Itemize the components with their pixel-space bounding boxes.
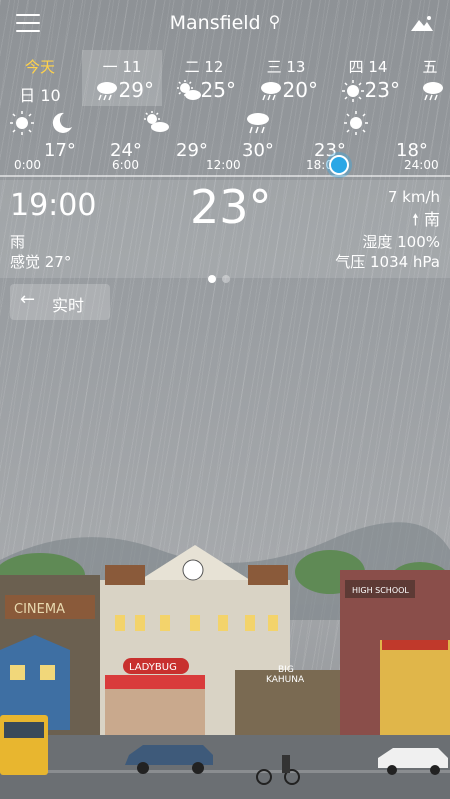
moon-icon <box>52 112 72 133</box>
current-temp: 23° <box>190 180 272 234</box>
day-name: 三 13 <box>266 58 306 76</box>
day-fri[interactable]: 五 <box>410 50 450 106</box>
day-temp: 25° <box>200 78 236 102</box>
feels-like: 感觉 27° <box>10 253 72 271</box>
time-slider-track[interactable] <box>0 175 450 177</box>
day-temp: 29° <box>118 78 154 102</box>
day-thu[interactable]: 四 14 23° <box>328 50 408 106</box>
time-label: 24:00 <box>404 158 439 172</box>
day-name: 今天 <box>24 58 55 76</box>
day-name: 五 <box>422 58 438 76</box>
hourly-forecast: 17° 24° 29° 30° 23° 18° 0:00 6:00 12:00 … <box>0 110 450 176</box>
top-bar: Mansfield ⚲ <box>0 0 450 48</box>
rain-cloud-icon <box>247 113 269 134</box>
selected-time: 19:00 <box>10 188 97 223</box>
day-name: 四 14 <box>348 58 388 76</box>
day-today[interactable]: 今天 日 10 <box>0 50 80 106</box>
time-slider-thumb[interactable] <box>329 155 349 175</box>
sun-icon <box>344 111 368 135</box>
wind-speed: 7 km/h <box>387 188 440 206</box>
wind-direction: 南 <box>423 210 440 229</box>
pressure: 气压 1034 hPa <box>335 253 440 271</box>
page-dot <box>222 275 230 283</box>
rain-cloud-icon <box>261 82 281 101</box>
condition-text: 雨 <box>10 233 26 251</box>
time-label: 6:00 <box>112 158 139 172</box>
sun-icon <box>10 111 34 135</box>
time-axis: 0:00 6:00 12:00 18:00 24:00 <box>0 158 450 176</box>
humidity: 湿度 100% <box>362 233 440 251</box>
day-name: 一 11 <box>102 58 142 76</box>
svg-text:KAHUNA: KAHUNA <box>266 675 305 685</box>
city-name[interactable]: Mansfield <box>170 12 261 34</box>
svg-text:BIG: BIG <box>278 665 294 675</box>
svg-text:CINEMA: CINEMA <box>14 602 65 617</box>
svg-text:LADYBUG: LADYBUG <box>129 662 177 673</box>
location-title[interactable]: Mansfield ⚲ <box>0 12 450 34</box>
search-icon[interactable]: ⚲ <box>269 12 281 31</box>
sun-cloud-icon <box>177 80 201 100</box>
sun-icon <box>342 80 364 102</box>
time-label: 12:00 <box>206 158 241 172</box>
day-mon[interactable]: 一 11 29° <box>82 50 162 106</box>
rain-cloud-icon <box>423 82 443 101</box>
sun-cloud-icon <box>144 111 169 132</box>
condition-info: 雨 感觉 27° <box>10 232 71 272</box>
arrow-left-icon: ← <box>20 289 36 310</box>
current-conditions-panel: 19:00 23° 7 km/h 🠕 南 雨 感觉 27° 湿度 100% 气压… <box>0 180 450 283</box>
day-temp: 23° <box>364 78 400 102</box>
arrow-up-icon: 🠕 <box>412 210 419 229</box>
svg-text:HIGH SCHOOL: HIGH SCHOOL <box>352 586 409 595</box>
town-illustration: CINEMA LADYBUG BIG KAHUNA HIGH SCHOOL <box>0 522 450 799</box>
time-label: 0:00 <box>14 158 41 172</box>
mountain-icon[interactable] <box>410 14 434 32</box>
realtime-label: 实时 <box>52 296 85 315</box>
page-indicator <box>208 268 236 287</box>
day-wed[interactable]: 三 13 20° <box>246 50 326 106</box>
rain-cloud-icon <box>97 82 117 101</box>
wind-info: 7 km/h 🠕 南 <box>388 188 440 236</box>
day-date: 日 10 <box>19 86 61 105</box>
day-tue[interactable]: 二 12 25° <box>164 50 244 106</box>
humidity-pressure: 湿度 100% 气压 1034 hPa <box>335 232 440 272</box>
day-temp: 20° <box>282 78 318 102</box>
realtime-button[interactable]: ← 实时 <box>10 284 110 320</box>
page-dot-active <box>208 275 216 283</box>
day-name: 二 12 <box>184 58 224 76</box>
day-forecast-strip: 今天 日 10 一 11 29° 二 12 25° 三 13 20° 四 14 <box>0 50 450 106</box>
